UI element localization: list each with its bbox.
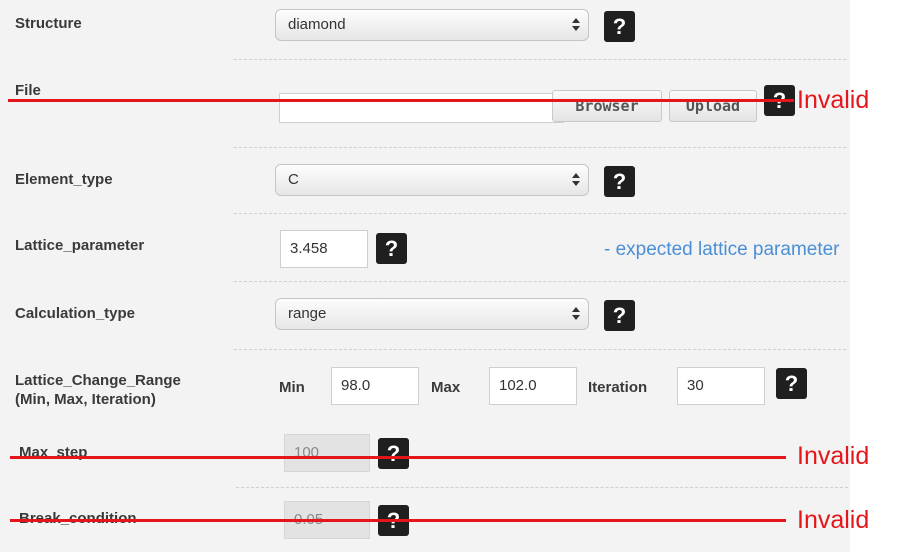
max-step-input[interactable]: 100 xyxy=(284,434,370,472)
divider xyxy=(234,349,846,350)
divider xyxy=(236,487,848,488)
lattice-parameter-label: Lattice_parameter xyxy=(15,237,145,254)
lattice-parameter-input[interactable]: 3.458 xyxy=(280,230,368,268)
upload-button[interactable]: Upload xyxy=(669,90,757,122)
element-type-select-value: C xyxy=(288,171,299,188)
iteration-label: Iteration xyxy=(588,379,648,396)
select-arrows-icon xyxy=(572,172,580,188)
browse-button[interactable]: Browser xyxy=(552,90,662,122)
lattice-change-range-sublabel: (Min, Max, Iteration) xyxy=(15,391,156,408)
file-path-field[interactable] xyxy=(279,93,564,123)
lattice-change-range-help-button[interactable]: ? xyxy=(776,368,807,399)
divider xyxy=(234,59,846,60)
strikethrough-line xyxy=(10,519,786,522)
max-label: Max xyxy=(431,379,461,396)
lattice-change-range-label: Lattice_Change_Range xyxy=(15,372,181,389)
structure-help-button[interactable]: ? xyxy=(604,11,635,42)
break-condition-invalid-annotation: Invalid xyxy=(797,506,870,534)
max-step-help-button[interactable]: ? xyxy=(378,438,409,469)
select-arrows-icon xyxy=(572,306,580,322)
divider xyxy=(234,147,846,148)
min-label: Min xyxy=(279,379,305,396)
file-label: File xyxy=(15,82,41,99)
element-type-help-button[interactable]: ? xyxy=(604,166,635,197)
lattice-parameter-help-button[interactable]: ? xyxy=(376,233,407,264)
structure-select[interactable]: diamond xyxy=(275,9,589,41)
max-input[interactable]: 102.0 xyxy=(489,367,577,405)
divider xyxy=(234,281,846,282)
select-arrows-icon xyxy=(572,17,580,33)
min-input[interactable]: 98.0 xyxy=(331,367,419,405)
calculation-type-select-value: range xyxy=(288,305,327,322)
structure-select-value: diamond xyxy=(288,16,346,33)
max-step-invalid-annotation: Invalid xyxy=(797,442,870,470)
element-type-label: Element_type xyxy=(15,171,113,188)
calculation-type-label: Calculation_type xyxy=(15,305,136,322)
calculation-type-select[interactable]: range xyxy=(275,298,589,330)
file-invalid-annotation: Invalid xyxy=(797,86,870,114)
iteration-input[interactable]: 30 xyxy=(677,367,765,405)
strikethrough-line xyxy=(10,456,786,459)
element-type-select[interactable]: C xyxy=(275,164,589,196)
strikethrough-line xyxy=(8,99,794,102)
divider xyxy=(234,213,846,214)
form-panel xyxy=(0,0,850,552)
calculation-type-help-button[interactable]: ? xyxy=(604,300,635,331)
max-step-label: Max_step xyxy=(19,444,88,461)
structure-label: Structure xyxy=(15,15,82,32)
lattice-parameter-hint: - expected lattice parameter xyxy=(604,239,840,260)
